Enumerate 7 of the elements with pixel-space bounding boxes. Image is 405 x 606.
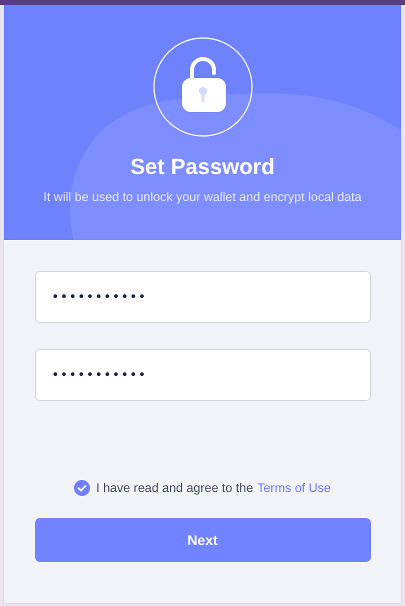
page-title: Set Password: [130, 154, 275, 180]
password-field[interactable]: •••••••••••: [34, 349, 370, 401]
unlocked-padlock-icon: [152, 37, 252, 137]
checkbox[interactable]: [74, 480, 90, 496]
agreement-text: I have read and agree to the: [96, 481, 254, 495]
password-field[interactable]: •••••••••••: [34, 271, 370, 323]
page-subtitle: It will be used to unlock your wallet and encrypt local data: [43, 190, 362, 204]
